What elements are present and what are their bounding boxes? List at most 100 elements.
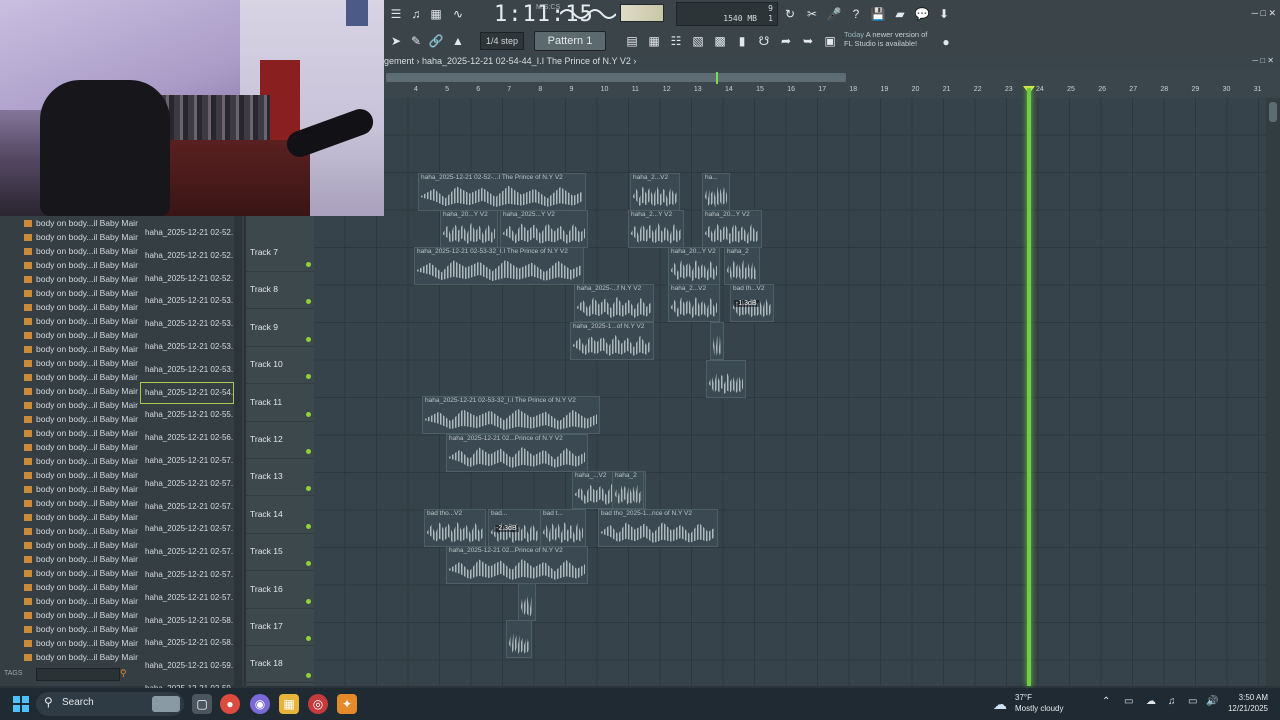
windows-start-icon[interactable] [13, 696, 29, 712]
export-icon[interactable]: ▰ [890, 4, 910, 24]
discord-icon[interactable]: ◉ [250, 694, 270, 714]
audio-clip[interactable]: haha_2025-1...of N.Y V2 [570, 322, 654, 360]
obs-icon[interactable]: ◎ [308, 694, 328, 714]
audio-clip[interactable]: haha_2025-12-21 02-53-32_I.I The Prince … [422, 396, 600, 434]
track-header[interactable]: Track 12 [246, 421, 316, 459]
tool-icon[interactable]: ☋ [754, 31, 774, 51]
browser-folder-item[interactable]: body on body...il Baby Main [0, 594, 138, 608]
browser-file-item[interactable]: haha_2025-12-21 02-57... [140, 541, 234, 563]
browser-folder-item[interactable]: body on body...il Baby Main [0, 244, 138, 258]
browser-folder-item[interactable]: body on body...il Baby Main [0, 370, 138, 384]
browser-folder-item[interactable]: body on body...il Baby Main [0, 622, 138, 636]
audio-clip[interactable]: haha_20...Y V2 [702, 210, 762, 248]
undo-icon[interactable]: ↻ [780, 4, 800, 24]
browser-folder-item[interactable]: body on body...il Baby Main [0, 272, 138, 286]
timeline-ruler[interactable]: 4 5 6 7 8 9 10 11 12 13 14 15 16 17 18 19 20 21 22 23 24 25 26… [384, 70, 1280, 98]
browser-folder-item[interactable]: body on body...il Baby Main [0, 636, 138, 650]
track-enable-led[interactable] [306, 486, 311, 492]
mixer-icon[interactable]: ☰ [386, 4, 406, 24]
browser-file-item[interactable]: haha_2025-12-21 02-57... [140, 496, 234, 518]
track-enable-led[interactable] [306, 636, 311, 641]
play-icon[interactable]: ➤ [386, 31, 406, 51]
browser-folder-item[interactable]: body on body...il Baby Main [0, 650, 138, 664]
browser-file-item[interactable]: haha_2025-12-21 02-58... [140, 632, 234, 654]
chrome-icon[interactable]: ● [220, 694, 240, 714]
track-enable-led[interactable] [306, 449, 311, 454]
vertical-scroll-thumb[interactable] [1269, 102, 1277, 122]
browser-file-item[interactable]: haha_2025-12-21 02-56... [140, 427, 234, 449]
browser-file-item[interactable]: haha_2025-12-21 02-53... [140, 313, 234, 335]
cart-icon[interactable]: ▣ [820, 31, 840, 51]
browser-folder-item[interactable]: body on body...il Baby Main [0, 426, 138, 440]
file-explorer-icon[interactable]: ▦ [279, 694, 299, 714]
audio-clip[interactable]: haha_2 [612, 471, 644, 509]
browser-folder-item[interactable]: body on body...il Baby Main [0, 342, 138, 356]
track-header[interactable]: Track 10 [246, 346, 316, 385]
browser-folder-item[interactable]: body on body...il Baby Main [0, 328, 138, 342]
track-name[interactable]: Track 16 [250, 584, 283, 594]
track-name[interactable]: Track 9 [250, 322, 278, 332]
browser-file-item[interactable]: haha_2025-12-21 02-59... [140, 655, 234, 677]
track-header[interactable]: Track 11 [246, 384, 316, 422]
audio-clip[interactable] [506, 620, 532, 658]
pattern-selector[interactable]: Pattern 1 [534, 31, 606, 51]
audio-clip[interactable]: ha... [702, 173, 730, 211]
browser-file-item[interactable]: haha_2025-12-21 02-57... [140, 564, 234, 586]
track-header[interactable]: Track 18 [246, 645, 316, 684]
playlist-icon[interactable]: ▤ [622, 31, 642, 51]
track-name[interactable]: Track 17 [250, 621, 283, 631]
browser-file-item[interactable]: haha_2025-12-21 02-53... [140, 336, 234, 358]
browser-folder-item[interactable]: body on body...il Baby Main [0, 566, 138, 580]
news-panel[interactable]: Today A newer version of FL Studio is av… [844, 30, 936, 48]
track-name[interactable]: Track 10 [250, 359, 283, 369]
pointer-icon[interactable]: ➦ [776, 31, 796, 51]
track-header[interactable]: Track 15 [246, 533, 316, 572]
browser-folder-item[interactable]: body on body...il Baby Main [0, 412, 138, 426]
mixer-view-icon[interactable]: ▧ [688, 31, 708, 51]
track-enable-led[interactable] [306, 336, 311, 342]
track-header[interactable]: Track 16 [246, 571, 316, 609]
horizontal-scrollbar[interactable] [386, 73, 846, 82]
audio-clip[interactable]: haha_20...Y V2 [668, 247, 720, 285]
microphone-icon[interactable]: ♫ [1168, 696, 1176, 707]
tempo-icon[interactable]: ♫ [406, 4, 426, 24]
fl-studio-icon[interactable]: ✦ [337, 694, 357, 714]
link-icon[interactable]: 🔗 [426, 31, 446, 51]
browser-folder-item[interactable]: body on body...il Baby Main [0, 580, 138, 594]
track-enable-led[interactable] [306, 561, 311, 567]
browser-folder-item[interactable]: body on body...il Baby Main [0, 496, 138, 510]
restore-icon[interactable]: □ [1261, 8, 1266, 18]
tags-search-input[interactable] [36, 668, 120, 681]
browser-file-item[interactable]: haha_2025-12-21 02-52... [140, 268, 234, 290]
pencil-icon[interactable]: ✎ [406, 31, 426, 51]
track-header[interactable]: Track 8 [246, 271, 316, 310]
browser-folder-item[interactable]: body on body...il Baby Main [0, 468, 138, 482]
save-icon[interactable]: 💾 [868, 4, 888, 24]
track-enable-led[interactable] [306, 374, 311, 380]
audio-clip[interactable]: haha_2025-12-21 02...Prince of N.Y V2 [446, 434, 588, 472]
browser-folder-item[interactable]: body on body...il Baby Main [0, 356, 138, 370]
browser-folder-item[interactable]: body on body...il Baby Main [0, 454, 138, 468]
browser-folder-item[interactable]: body on body...il Baby Main [0, 510, 138, 524]
track-header[interactable]: Track 13 [246, 458, 316, 497]
browser-folder-item[interactable]: body on body...il Baby Main [0, 398, 138, 412]
volume-icon[interactable]: 🔊 [1206, 696, 1218, 707]
track-header[interactable]: Track 17 [246, 608, 316, 646]
track-name[interactable]: Track 7 [250, 247, 278, 257]
track-name[interactable]: Track 15 [250, 546, 283, 556]
audio-clip[interactable] [518, 583, 536, 621]
playlist-window-controls[interactable]: ─ □ ✕ [1252, 56, 1274, 65]
audio-clip[interactable]: haha_2025-12-21 02...Prince of N.Y V2 [446, 546, 588, 584]
browser-file-item[interactable]: haha_2025-12-21 02-54... [140, 381, 234, 404]
onedrive-icon[interactable]: ☁ [1146, 696, 1156, 707]
track-enable-led[interactable] [306, 411, 311, 417]
plugin-icon[interactable]: ▮ [732, 31, 752, 51]
display-icon[interactable]: ▭ [1188, 696, 1197, 707]
ab-icon[interactable]: ➥ [798, 31, 818, 51]
browser-scrollbar[interactable] [234, 216, 242, 686]
help-icon[interactable]: ? [846, 4, 866, 24]
browser-folder-item[interactable]: body on body...il Baby Main [0, 300, 138, 314]
task-view-icon[interactable]: ▢ [192, 694, 212, 714]
globe-icon[interactable]: ● [936, 32, 956, 52]
snap-selector[interactable]: 1/4 step [480, 32, 524, 50]
